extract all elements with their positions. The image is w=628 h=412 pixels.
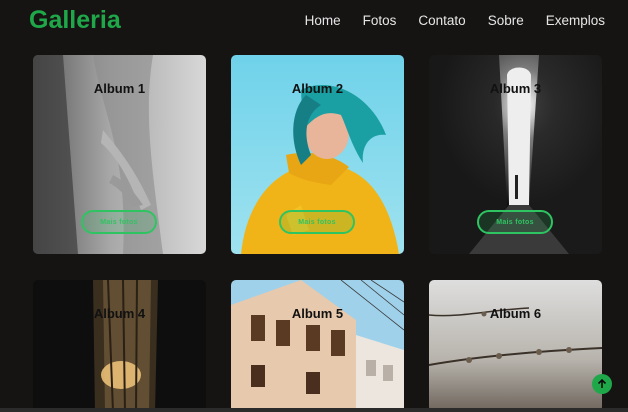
album-card-5[interactable]: Album 5 [231, 280, 404, 412]
scroll-top-button[interactable] [592, 374, 612, 394]
album-card-4[interactable]: Album 4 [33, 280, 206, 412]
album-card-1[interactable]: Album 1 Mais fotos [33, 55, 206, 254]
nav-home[interactable]: Home [305, 13, 341, 28]
album-card-3[interactable]: Album 3 Mais fotos [429, 55, 602, 254]
album-title: Album 6 [489, 306, 542, 321]
nav-exemplos[interactable]: Exemplos [546, 13, 605, 28]
top-navbar: Galleria Home Fotos Contato Sobre Exempl… [0, 0, 628, 42]
album-title: Album 2 [291, 81, 344, 96]
nav-fotos[interactable]: Fotos [363, 13, 397, 28]
arrow-up-icon [597, 379, 607, 388]
nav-sobre[interactable]: Sobre [488, 13, 524, 28]
more-photos-button[interactable]: Mais fotos [279, 210, 355, 234]
album-title: Album 4 [93, 306, 146, 321]
more-photos-button[interactable]: Mais fotos [81, 210, 157, 234]
album-card-2[interactable]: Album 2 Mais fotos [231, 55, 404, 254]
album-card-6[interactable]: Album 6 [429, 280, 602, 412]
nav-contato[interactable]: Contato [418, 13, 465, 28]
more-photos-button[interactable]: Mais fotos [477, 210, 553, 234]
album-title: Album 5 [291, 306, 344, 321]
album-4-photo [33, 280, 206, 412]
album-6-photo [429, 280, 602, 412]
album-title: Album 1 [93, 81, 146, 96]
album-title: Album 3 [489, 81, 542, 96]
brand-logo[interactable]: Galleria [29, 6, 121, 35]
main-nav: Home Fotos Contato Sobre Exemplos [305, 13, 605, 28]
album-5-photo [231, 280, 404, 412]
bottom-border [0, 408, 628, 412]
